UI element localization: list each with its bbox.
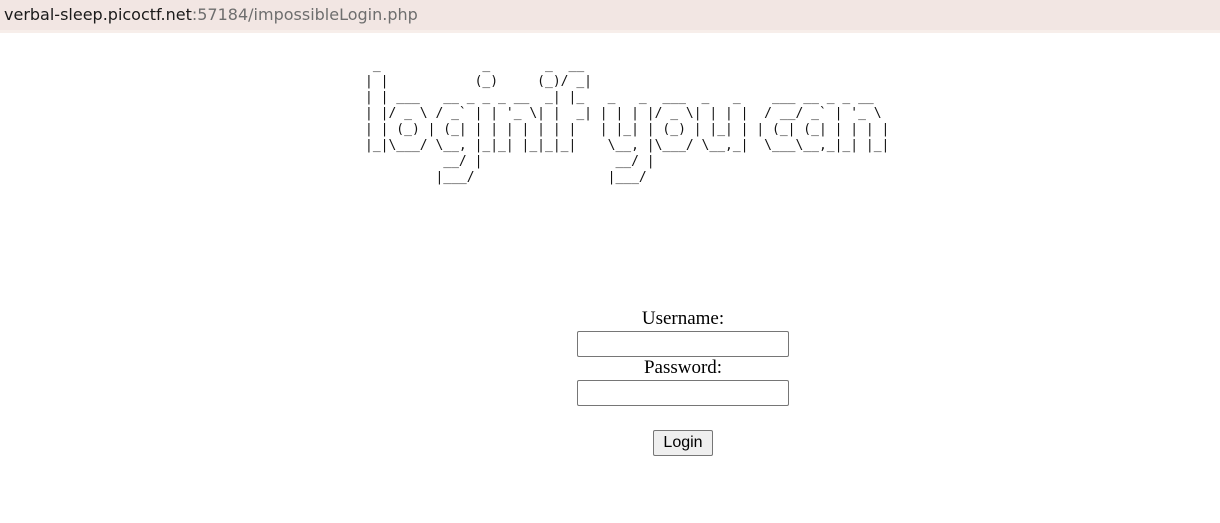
password-label: Password:: [643, 357, 723, 378]
ascii-art-banner: _ _ _ __ | | (_) (_)/ _| | | ___ __ _ _ …: [365, 58, 890, 185]
password-input[interactable]: [577, 380, 789, 406]
url-text[interactable]: verbal-sleep.picoctf.net:57184/impossibl…: [4, 5, 418, 25]
username-label: Username:: [641, 308, 725, 329]
login-form: Username: Password: Login: [540, 308, 826, 456]
url-path: :57184/impossibleLogin.php: [191, 5, 418, 24]
login-button[interactable]: Login: [653, 430, 713, 456]
username-input[interactable]: [577, 331, 789, 357]
address-bar[interactable]: verbal-sleep.picoctf.net:57184/impossibl…: [0, 0, 1220, 33]
url-host: verbal-sleep.picoctf.net: [4, 5, 192, 24]
